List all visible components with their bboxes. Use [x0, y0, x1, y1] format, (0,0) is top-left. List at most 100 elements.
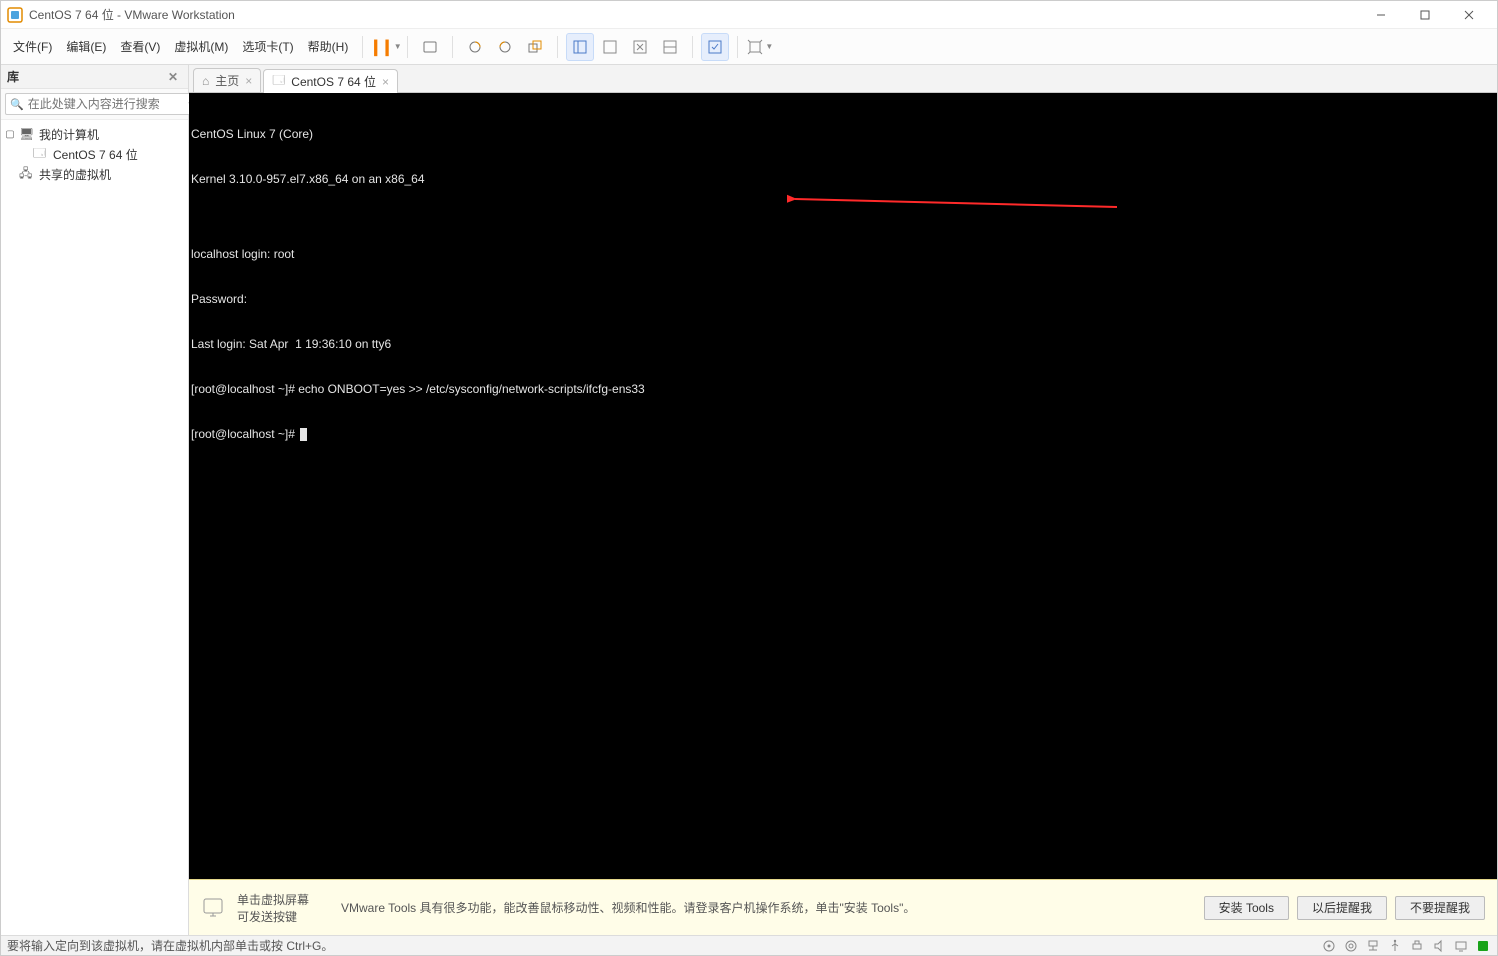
terminal-prompt-line: [root@localhost ~]#: [189, 427, 1497, 442]
menu-view[interactable]: 查看(V): [114, 36, 166, 57]
shared-icon: 🖧: [19, 164, 35, 185]
library-header: 库 ✕: [1, 65, 188, 89]
status-sound-icon[interactable]: [1431, 938, 1447, 954]
terminal-prompt: [root@localhost ~]#: [191, 427, 298, 441]
console-view-icon: [602, 39, 618, 55]
chevron-down-icon: ▼: [765, 42, 773, 51]
toolbar-separator: [737, 36, 738, 58]
tools-message: VMware Tools 具有很多功能，能改善鼠标移动性、视频和性能。请登录客户…: [341, 899, 1192, 916]
snapshot-manager-button[interactable]: [521, 33, 549, 61]
hint-icon: [201, 896, 225, 920]
tree-vm-centos[interactable]: 🗔 CentOS 7 64 位: [5, 144, 184, 164]
tab-vm-label: CentOS 7 64 位: [291, 73, 376, 90]
menu-and-toolbar: 文件(F) 编辑(E) 查看(V) 虚拟机(M) 选项卡(T) 帮助(H) ❙❙…: [1, 29, 1497, 65]
revert-icon: [497, 39, 513, 55]
library-sidebar: 库 ✕ 🔍 ▼ ▢ 🖥 我的计算机 🗔 CentOS 7 64 位 🖧 共享的虚: [1, 65, 189, 935]
status-network-icon[interactable]: [1365, 938, 1381, 954]
stretch-icon: [747, 39, 763, 55]
fullscreen-icon: [662, 39, 678, 55]
toolbar-separator: [452, 36, 453, 58]
install-tools-button[interactable]: 安装 Tools: [1204, 896, 1289, 920]
status-display-icon[interactable]: [1453, 938, 1469, 954]
window-title: CentOS 7 64 位 - VMware Workstation: [29, 6, 235, 23]
snapshot-take-button[interactable]: [461, 33, 489, 61]
tree-vm-label: CentOS 7 64 位: [53, 146, 138, 163]
close-library-button[interactable]: ✕: [164, 70, 182, 84]
tools-buttons: 安装 Tools 以后提醒我 不要提醒我: [1204, 896, 1485, 920]
view-console-button[interactable]: [596, 33, 624, 61]
tree-collapse-icon[interactable]: ▢: [5, 129, 15, 140]
menu-tabs[interactable]: 选项卡(T): [236, 36, 299, 57]
pause-icon: ❙❙: [369, 37, 392, 57]
status-bar: 要将输入定向到该虚拟机，请在虚拟机内部单击或按 Ctrl+G。: [1, 935, 1497, 955]
send-ctrl-alt-del-button[interactable]: [416, 33, 444, 61]
hint-text: 单击虚拟屏幕 可发送按键: [237, 891, 309, 925]
library-search-box[interactable]: 🔍 ▼: [5, 93, 200, 115]
search-row: 🔍 ▼: [1, 89, 188, 120]
hint-line1: 单击虚拟屏幕: [237, 891, 309, 908]
guest-terminal[interactable]: CentOS Linux 7 (Core) Kernel 3.10.0-957.…: [189, 93, 1497, 879]
status-usb-icon[interactable]: [1387, 938, 1403, 954]
tab-home[interactable]: ⌂ 主页 ×: [193, 68, 261, 92]
vm-icon: 🗔: [33, 144, 49, 165]
status-vmtools-icon[interactable]: [1475, 938, 1491, 954]
camera-snapshot-icon: [467, 39, 483, 55]
view-single-button[interactable]: [566, 33, 594, 61]
ctrl-alt-del-icon: [422, 39, 438, 55]
dont-remind-button[interactable]: 不要提醒我: [1395, 896, 1485, 920]
tab-bar: ⌂ 主页 × 🗔 CentOS 7 64 位 ×: [189, 65, 1497, 93]
enter-unity-button[interactable]: [701, 33, 729, 61]
unity-icon: [707, 39, 723, 55]
stretch-guest-button[interactable]: ▼: [746, 33, 774, 61]
tab-vm-centos[interactable]: 🗔 CentOS 7 64 位 ×: [263, 69, 398, 93]
maximize-button[interactable]: [1403, 1, 1447, 29]
close-icon[interactable]: ×: [382, 75, 389, 89]
menu-help[interactable]: 帮助(H): [302, 36, 355, 57]
tree-shared-label: 共享的虚拟机: [39, 166, 111, 183]
status-printer-icon[interactable]: [1409, 938, 1425, 954]
snapshot-manager-icon: [527, 39, 543, 55]
search-input[interactable]: [28, 97, 183, 111]
library-tree: ▢ 🖥 我的计算机 🗔 CentOS 7 64 位 🖧 共享的虚拟机: [1, 120, 188, 935]
status-cd-icon[interactable]: [1343, 938, 1359, 954]
minimize-button[interactable]: [1359, 1, 1403, 29]
menu-file[interactable]: 文件(F): [7, 36, 58, 57]
toolbar-separator: [362, 36, 363, 58]
home-icon: ⌂: [202, 74, 209, 88]
library-title: 库: [7, 68, 19, 85]
tree-root-my-computer[interactable]: ▢ 🖥 我的计算机: [5, 124, 184, 144]
window-controls: [1359, 1, 1491, 29]
view-quick-switch-button[interactable]: [626, 33, 654, 61]
hint-line2: 可发送按键: [237, 908, 309, 925]
toolbar-separator: [557, 36, 558, 58]
menu-vm[interactable]: 虚拟机(M): [168, 36, 234, 57]
terminal-line: [root@localhost ~]# echo ONBOOT=yes >> /…: [189, 382, 1497, 397]
annotation-arrow: [787, 193, 1127, 213]
snapshot-revert-button[interactable]: [491, 33, 519, 61]
single-window-icon: [572, 39, 588, 55]
close-button[interactable]: [1447, 1, 1491, 29]
computer-icon: 🖥: [19, 127, 35, 141]
tree-shared-vms[interactable]: 🖧 共享的虚拟机: [5, 164, 184, 184]
terminal-line: Password:: [189, 292, 1497, 307]
menu-edit[interactable]: 编辑(E): [60, 36, 112, 57]
status-text: 要将输入定向到该虚拟机，请在虚拟机内部单击或按 Ctrl+G。: [7, 937, 333, 954]
vmware-tools-bar: 单击虚拟屏幕 可发送按键 VMware Tools 具有很多功能，能改善鼠标移动…: [189, 879, 1497, 935]
content-area: ⌂ 主页 × 🗔 CentOS 7 64 位 × CentOS Linux 7 …: [189, 65, 1497, 935]
tree-root-label: 我的计算机: [39, 126, 99, 143]
toolbar-separator: [692, 36, 693, 58]
terminal-line: localhost login: root: [189, 247, 1497, 262]
quick-switch-icon: [632, 39, 648, 55]
suspend-button[interactable]: ❙❙▼: [371, 33, 399, 61]
remind-later-button[interactable]: 以后提醒我: [1297, 896, 1387, 920]
toolbar-separator: [407, 36, 408, 58]
terminal-line: Kernel 3.10.0-957.el7.x86_64 on an x86_6…: [189, 172, 1497, 187]
main-area: 库 ✕ 🔍 ▼ ▢ 🖥 我的计算机 🗔 CentOS 7 64 位 🖧 共享的虚: [1, 65, 1497, 935]
tab-home-label: 主页: [215, 72, 239, 89]
terminal-cursor: [300, 428, 307, 441]
terminal-line: CentOS Linux 7 (Core): [189, 127, 1497, 142]
status-disk-icon[interactable]: [1321, 938, 1337, 954]
vm-tab-icon: 🗔: [272, 71, 285, 92]
close-icon[interactable]: ×: [245, 74, 252, 88]
view-fullscreen-button[interactable]: [656, 33, 684, 61]
